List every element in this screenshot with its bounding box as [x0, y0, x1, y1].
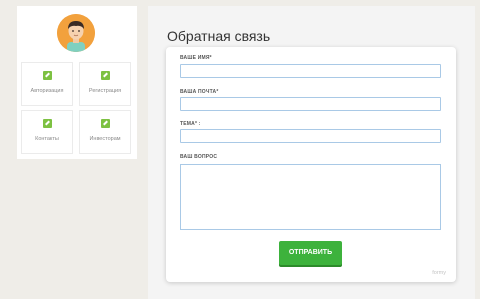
tile-label: Регистрация	[88, 88, 122, 94]
avatar-icon	[57, 14, 95, 52]
arrow-icon	[42, 71, 52, 80]
tile-registration[interactable]: Регистрация	[79, 62, 131, 106]
page-title: Обратная связь	[167, 28, 271, 44]
tile-contacts[interactable]: Контакты	[21, 110, 73, 154]
tile-label: Инвесторам	[89, 136, 121, 142]
tile-label: Авторизация	[30, 88, 64, 94]
feedback-form: ВАШЕ ИМЯ* ВАША ПОЧТА* ТЕМА* : ВАШ ВОПРОС…	[166, 47, 456, 282]
name-field[interactable]	[180, 64, 441, 78]
tile-label: Контакты	[35, 136, 59, 142]
brand-logo: formy	[432, 270, 446, 276]
subject-field[interactable]	[180, 129, 441, 143]
name-label: ВАШЕ ИМЯ*	[180, 55, 212, 61]
subject-label: ТЕМА* :	[180, 121, 201, 127]
arrow-icon	[100, 71, 110, 80]
arrow-icon	[42, 119, 52, 128]
tile-investors[interactable]: Инвесторам	[79, 110, 131, 154]
email-field[interactable]	[180, 97, 441, 111]
arrow-icon	[100, 119, 110, 128]
question-label: ВАШ ВОПРОС	[180, 154, 218, 160]
main-panel: Обратная связь ВАШЕ ИМЯ* ВАША ПОЧТА* ТЕМ…	[148, 6, 475, 299]
email-label: ВАША ПОЧТА*	[180, 89, 219, 95]
user-avatar	[57, 14, 95, 52]
submit-button[interactable]: ОТПРАВИТЬ	[279, 241, 342, 265]
question-textarea[interactable]	[180, 164, 441, 230]
tile-authorization[interactable]: Авторизация	[21, 62, 73, 106]
sidebar-card: Авторизация Регистрация Контакты Инвесто…	[17, 6, 137, 159]
